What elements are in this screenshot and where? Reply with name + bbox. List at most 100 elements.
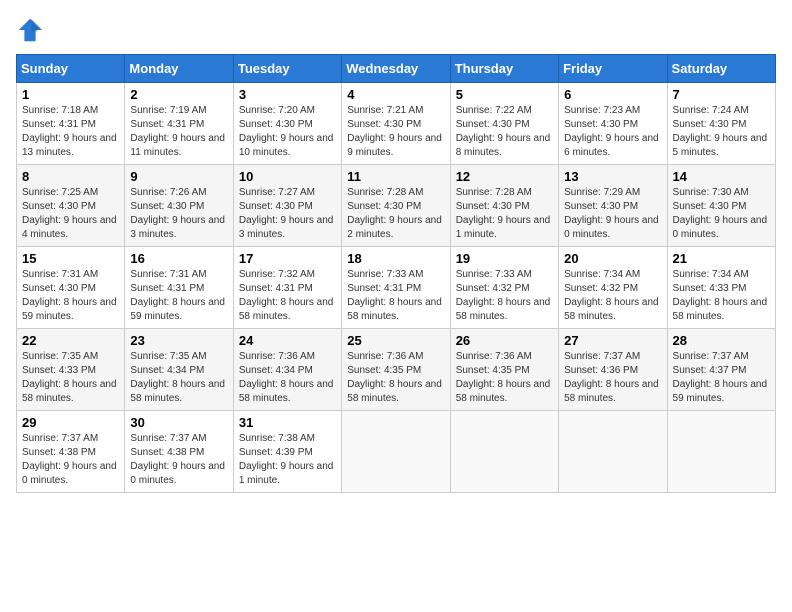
calendar-day-cell: 17 Sunrise: 7:32 AM Sunset: 4:31 PM Dayl… xyxy=(233,247,341,329)
calendar-day-cell: 7 Sunrise: 7:24 AM Sunset: 4:30 PM Dayli… xyxy=(667,83,775,165)
calendar-day-cell xyxy=(342,411,450,493)
day-number: 16 xyxy=(130,251,227,266)
day-number: 25 xyxy=(347,333,444,348)
calendar-day-cell: 23 Sunrise: 7:35 AM Sunset: 4:34 PM Dayl… xyxy=(125,329,233,411)
day-info: Sunrise: 7:37 AM Sunset: 4:38 PM Dayligh… xyxy=(22,432,119,488)
day-number: 2 xyxy=(130,87,227,102)
calendar-day-cell: 6 Sunrise: 7:23 AM Sunset: 4:30 PM Dayli… xyxy=(559,83,667,165)
day-number: 4 xyxy=(347,87,444,102)
day-number: 10 xyxy=(239,169,336,184)
day-info: Sunrise: 7:20 AM Sunset: 4:30 PM Dayligh… xyxy=(239,104,336,160)
day-number: 28 xyxy=(673,333,770,348)
calendar-day-cell: 24 Sunrise: 7:36 AM Sunset: 4:34 PM Dayl… xyxy=(233,329,341,411)
calendar-week-row: 22 Sunrise: 7:35 AM Sunset: 4:33 PM Dayl… xyxy=(17,329,776,411)
calendar-table: SundayMondayTuesdayWednesdayThursdayFrid… xyxy=(16,54,776,493)
calendar-day-cell: 13 Sunrise: 7:29 AM Sunset: 4:30 PM Dayl… xyxy=(559,165,667,247)
calendar-day-cell: 29 Sunrise: 7:37 AM Sunset: 4:38 PM Dayl… xyxy=(17,411,125,493)
day-info: Sunrise: 7:19 AM Sunset: 4:31 PM Dayligh… xyxy=(130,104,227,160)
day-number: 20 xyxy=(564,251,661,266)
day-of-week-header: Wednesday xyxy=(342,55,450,83)
calendar-day-cell: 25 Sunrise: 7:36 AM Sunset: 4:35 PM Dayl… xyxy=(342,329,450,411)
day-info: Sunrise: 7:32 AM Sunset: 4:31 PM Dayligh… xyxy=(239,268,336,324)
day-info: Sunrise: 7:29 AM Sunset: 4:30 PM Dayligh… xyxy=(564,186,661,242)
day-info: Sunrise: 7:37 AM Sunset: 4:38 PM Dayligh… xyxy=(130,432,227,488)
calendar-day-cell: 15 Sunrise: 7:31 AM Sunset: 4:30 PM Dayl… xyxy=(17,247,125,329)
calendar-day-cell: 10 Sunrise: 7:27 AM Sunset: 4:30 PM Dayl… xyxy=(233,165,341,247)
calendar-day-cell xyxy=(559,411,667,493)
day-number: 13 xyxy=(564,169,661,184)
calendar-day-cell: 8 Sunrise: 7:25 AM Sunset: 4:30 PM Dayli… xyxy=(17,165,125,247)
calendar-day-cell: 31 Sunrise: 7:38 AM Sunset: 4:39 PM Dayl… xyxy=(233,411,341,493)
calendar-day-cell: 27 Sunrise: 7:37 AM Sunset: 4:36 PM Dayl… xyxy=(559,329,667,411)
day-info: Sunrise: 7:37 AM Sunset: 4:37 PM Dayligh… xyxy=(673,350,770,406)
day-number: 17 xyxy=(239,251,336,266)
calendar-day-cell: 12 Sunrise: 7:28 AM Sunset: 4:30 PM Dayl… xyxy=(450,165,558,247)
calendar-week-row: 29 Sunrise: 7:37 AM Sunset: 4:38 PM Dayl… xyxy=(17,411,776,493)
day-info: Sunrise: 7:24 AM Sunset: 4:30 PM Dayligh… xyxy=(673,104,770,160)
day-number: 9 xyxy=(130,169,227,184)
calendar-week-row: 15 Sunrise: 7:31 AM Sunset: 4:30 PM Dayl… xyxy=(17,247,776,329)
calendar-day-cell: 18 Sunrise: 7:33 AM Sunset: 4:31 PM Dayl… xyxy=(342,247,450,329)
day-number: 21 xyxy=(673,251,770,266)
day-number: 3 xyxy=(239,87,336,102)
day-info: Sunrise: 7:31 AM Sunset: 4:31 PM Dayligh… xyxy=(130,268,227,324)
day-info: Sunrise: 7:35 AM Sunset: 4:33 PM Dayligh… xyxy=(22,350,119,406)
day-number: 5 xyxy=(456,87,553,102)
day-number: 23 xyxy=(130,333,227,348)
day-number: 24 xyxy=(239,333,336,348)
day-number: 27 xyxy=(564,333,661,348)
day-info: Sunrise: 7:36 AM Sunset: 4:35 PM Dayligh… xyxy=(347,350,444,406)
day-number: 8 xyxy=(22,169,119,184)
day-number: 11 xyxy=(347,169,444,184)
day-info: Sunrise: 7:26 AM Sunset: 4:30 PM Dayligh… xyxy=(130,186,227,242)
page-header xyxy=(16,16,776,44)
day-info: Sunrise: 7:35 AM Sunset: 4:34 PM Dayligh… xyxy=(130,350,227,406)
day-of-week-header: Sunday xyxy=(17,55,125,83)
day-info: Sunrise: 7:30 AM Sunset: 4:30 PM Dayligh… xyxy=(673,186,770,242)
calendar-day-cell: 9 Sunrise: 7:26 AM Sunset: 4:30 PM Dayli… xyxy=(125,165,233,247)
calendar-day-cell: 21 Sunrise: 7:34 AM Sunset: 4:33 PM Dayl… xyxy=(667,247,775,329)
day-info: Sunrise: 7:38 AM Sunset: 4:39 PM Dayligh… xyxy=(239,432,336,488)
day-info: Sunrise: 7:27 AM Sunset: 4:30 PM Dayligh… xyxy=(239,186,336,242)
day-of-week-header: Monday xyxy=(125,55,233,83)
calendar-day-cell: 11 Sunrise: 7:28 AM Sunset: 4:30 PM Dayl… xyxy=(342,165,450,247)
day-of-week-header: Tuesday xyxy=(233,55,341,83)
day-number: 19 xyxy=(456,251,553,266)
day-info: Sunrise: 7:28 AM Sunset: 4:30 PM Dayligh… xyxy=(456,186,553,242)
day-number: 15 xyxy=(22,251,119,266)
day-info: Sunrise: 7:28 AM Sunset: 4:30 PM Dayligh… xyxy=(347,186,444,242)
calendar-day-cell: 1 Sunrise: 7:18 AM Sunset: 4:31 PM Dayli… xyxy=(17,83,125,165)
day-info: Sunrise: 7:23 AM Sunset: 4:30 PM Dayligh… xyxy=(564,104,661,160)
calendar-week-row: 8 Sunrise: 7:25 AM Sunset: 4:30 PM Dayli… xyxy=(17,165,776,247)
day-info: Sunrise: 7:34 AM Sunset: 4:33 PM Dayligh… xyxy=(673,268,770,324)
day-info: Sunrise: 7:22 AM Sunset: 4:30 PM Dayligh… xyxy=(456,104,553,160)
day-info: Sunrise: 7:25 AM Sunset: 4:30 PM Dayligh… xyxy=(22,186,119,242)
day-number: 7 xyxy=(673,87,770,102)
day-number: 31 xyxy=(239,415,336,430)
calendar-week-row: 1 Sunrise: 7:18 AM Sunset: 4:31 PM Dayli… xyxy=(17,83,776,165)
calendar-day-cell: 14 Sunrise: 7:30 AM Sunset: 4:30 PM Dayl… xyxy=(667,165,775,247)
calendar-day-cell: 16 Sunrise: 7:31 AM Sunset: 4:31 PM Dayl… xyxy=(125,247,233,329)
calendar-day-cell: 19 Sunrise: 7:33 AM Sunset: 4:32 PM Dayl… xyxy=(450,247,558,329)
calendar-day-cell: 30 Sunrise: 7:37 AM Sunset: 4:38 PM Dayl… xyxy=(125,411,233,493)
calendar-day-cell: 20 Sunrise: 7:34 AM Sunset: 4:32 PM Dayl… xyxy=(559,247,667,329)
day-number: 30 xyxy=(130,415,227,430)
day-info: Sunrise: 7:36 AM Sunset: 4:35 PM Dayligh… xyxy=(456,350,553,406)
day-number: 1 xyxy=(22,87,119,102)
day-number: 22 xyxy=(22,333,119,348)
logo-icon xyxy=(16,16,44,44)
day-info: Sunrise: 7:18 AM Sunset: 4:31 PM Dayligh… xyxy=(22,104,119,160)
calendar-day-cell: 5 Sunrise: 7:22 AM Sunset: 4:30 PM Dayli… xyxy=(450,83,558,165)
logo xyxy=(16,16,48,44)
day-number: 26 xyxy=(456,333,553,348)
day-of-week-header: Saturday xyxy=(667,55,775,83)
day-number: 6 xyxy=(564,87,661,102)
day-of-week-header: Thursday xyxy=(450,55,558,83)
day-number: 12 xyxy=(456,169,553,184)
calendar-day-cell: 28 Sunrise: 7:37 AM Sunset: 4:37 PM Dayl… xyxy=(667,329,775,411)
day-info: Sunrise: 7:33 AM Sunset: 4:32 PM Dayligh… xyxy=(456,268,553,324)
day-number: 29 xyxy=(22,415,119,430)
day-of-week-header: Friday xyxy=(559,55,667,83)
day-info: Sunrise: 7:37 AM Sunset: 4:36 PM Dayligh… xyxy=(564,350,661,406)
day-info: Sunrise: 7:21 AM Sunset: 4:30 PM Dayligh… xyxy=(347,104,444,160)
